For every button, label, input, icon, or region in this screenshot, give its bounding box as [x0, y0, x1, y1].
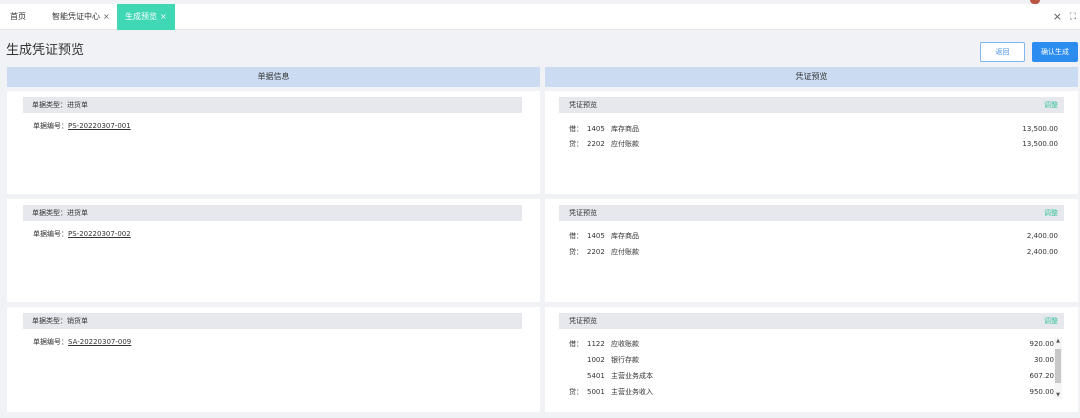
- document-number: 单据编号：PS-20220307-002: [33, 229, 131, 239]
- entry-direction: 贷：: [569, 248, 583, 256]
- tab-close-icon[interactable]: ×: [160, 12, 167, 21]
- document-type-bar: 单据类型：销货单: [23, 313, 522, 329]
- entry-account-name: 库存商品: [611, 125, 639, 133]
- tab-close-icon[interactable]: ×: [103, 12, 110, 21]
- entry-amount: 30.00: [1033, 356, 1054, 364]
- scroll-down-icon[interactable]: ▼: [1054, 391, 1062, 399]
- tab-center-label: 智能凭证中心: [52, 12, 100, 21]
- entry-account-name: 应收账款: [611, 340, 639, 348]
- entry-account-code: 1122: [587, 340, 605, 348]
- doc-type-value: 进货单: [67, 101, 88, 109]
- voucher-preview-label: 凭证预览: [569, 317, 597, 325]
- entry-account-name: 主营业务成本: [611, 372, 653, 380]
- entry-account-code: 5001: [587, 388, 605, 396]
- entry-amount: 2,400.00: [1026, 248, 1058, 256]
- adjust-link[interactable]: 调整: [1044, 313, 1058, 329]
- document-number: 单据编号：PS-20220307-001: [33, 121, 131, 131]
- document-type-bar: 单据类型：进货单: [23, 205, 522, 221]
- document-card: 单据类型：销货单 单据编号：SA-20220307-009: [7, 307, 540, 412]
- tab-preview-label: 生成预览: [125, 12, 157, 21]
- voucher-preview-bar: 凭证预览 调整: [559, 97, 1064, 113]
- entry-account-name: 应付账款: [611, 140, 639, 148]
- entry-account-code: 1405: [587, 125, 605, 133]
- voucher-preview-bar: 凭证预览 调整: [559, 205, 1064, 221]
- document-number-link[interactable]: PS-20220307-001: [68, 122, 131, 130]
- document-number-link[interactable]: SA-20220307-009: [68, 338, 131, 346]
- scrollbar-thumb[interactable]: [1055, 349, 1061, 383]
- voucher-entry: 贷： 2202 应付账款 13,500.00: [569, 139, 1058, 149]
- entry-direction: 借：: [569, 232, 583, 240]
- voucher-preview-label: 凭证预览: [569, 101, 597, 109]
- entry-account-code: 5401: [587, 372, 605, 380]
- entry-amount: 607.20: [1029, 372, 1055, 380]
- voucher-card: 凭证预览 调整 借： 1405 库存商品 2,400.00 贷： 2202 应付账款 2,40…: [545, 199, 1078, 302]
- tab-home-label: 首页: [10, 12, 26, 21]
- entry-direction: 贷：: [569, 388, 583, 396]
- entry-account-name: 库存商品: [611, 232, 639, 240]
- doc-type-value: 销货单: [67, 317, 88, 325]
- voucher-entry: 贷： 2202 应付账款 2,400.00: [569, 247, 1058, 257]
- tab-bar: 首页 智能凭证中心 × 生成预览 × × ⛶: [0, 4, 1080, 30]
- entry-account-name: 银行存款: [611, 356, 639, 364]
- doc-type-prefix: 单据类型：: [32, 101, 67, 109]
- entry-account-code: 2202: [587, 140, 605, 148]
- entry-direction: 借：: [569, 125, 583, 133]
- doc-no-prefix: 单据编号：: [33, 230, 68, 238]
- voucher-preview-header: 凭证预览: [545, 67, 1078, 87]
- entry-amount: 950.00: [1029, 388, 1055, 396]
- entry-direction: 借：: [569, 340, 583, 348]
- entry-amount: 13,500.00: [1022, 125, 1058, 133]
- voucher-entry: 贷： 5001 主营业务收入 950.00: [569, 387, 1054, 397]
- document-card: 单据类型：进货单 单据编号：PS-20220307-002: [7, 199, 540, 302]
- confirm-generate-button[interactable]: 确认生成: [1032, 42, 1078, 62]
- close-all-tabs-icon[interactable]: ×: [1053, 11, 1062, 23]
- doc-no-prefix: 单据编号：: [33, 122, 68, 130]
- document-info-header: 单据信息: [7, 67, 540, 87]
- voucher-entry: 借： 1122 应收账款 920.00: [569, 339, 1054, 349]
- doc-no-prefix: 单据编号：: [33, 338, 68, 346]
- entry-amount: 920.00: [1029, 340, 1055, 348]
- tab-home[interactable]: 首页: [10, 4, 26, 30]
- adjust-link[interactable]: 调整: [1044, 205, 1058, 221]
- scroll-up-icon[interactable]: ▲: [1054, 337, 1062, 345]
- entry-account-code: 2202: [587, 248, 605, 256]
- voucher-preview-bar: 凭证预览 调整: [559, 313, 1064, 329]
- doc-type-value: 进货单: [67, 209, 88, 217]
- document-number-link[interactable]: PS-20220307-002: [68, 230, 131, 238]
- entry-direction: 贷：: [569, 140, 583, 148]
- voucher-scrollbar[interactable]: ▲ ▼: [1054, 337, 1062, 399]
- voucher-entry: 1002 银行存款 30.00: [569, 355, 1054, 365]
- adjust-link[interactable]: 调整: [1044, 97, 1058, 113]
- entry-account-name: 主营业务收入: [611, 388, 653, 396]
- document-number: 单据编号：SA-20220307-009: [33, 337, 131, 347]
- page-title: 生成凭证预览: [6, 43, 85, 58]
- voucher-entry: 借： 1405 库存商品 2,400.00: [569, 231, 1058, 241]
- voucher-preview-label: 凭证预览: [569, 209, 597, 217]
- document-type-bar: 单据类型：进货单: [23, 97, 522, 113]
- tab-smart-voucher-center[interactable]: 智能凭证中心 ×: [52, 4, 110, 30]
- document-card: 单据类型：进货单 单据编号：PS-20220307-001: [7, 91, 540, 194]
- tab-generate-preview[interactable]: 生成预览 ×: [117, 4, 175, 30]
- doc-type-prefix: 单据类型：: [32, 317, 67, 325]
- entry-amount: 2,400.00: [1026, 232, 1058, 240]
- back-button[interactable]: 返回: [980, 42, 1025, 62]
- voucher-entry: 5401 主营业务成本 607.20: [569, 371, 1054, 381]
- voucher-card: 凭证预览 调整 借： 1405 库存商品 13,500.00 贷： 2202 应付账款 13,…: [545, 91, 1078, 194]
- fullscreen-icon[interactable]: ⛶: [1070, 11, 1076, 23]
- entry-account-code: 1002: [587, 356, 605, 364]
- entry-account-name: 应付账款: [611, 248, 639, 256]
- doc-type-prefix: 单据类型：: [32, 209, 67, 217]
- voucher-card: 凭证预览 调整 借： 1122 应收账款 920.00 1002 银行存款 30.00 54…: [545, 307, 1078, 412]
- entry-amount: 13,500.00: [1022, 140, 1058, 148]
- entry-account-code: 1405: [587, 232, 605, 240]
- voucher-entry: 借： 1405 库存商品 13,500.00: [569, 124, 1058, 134]
